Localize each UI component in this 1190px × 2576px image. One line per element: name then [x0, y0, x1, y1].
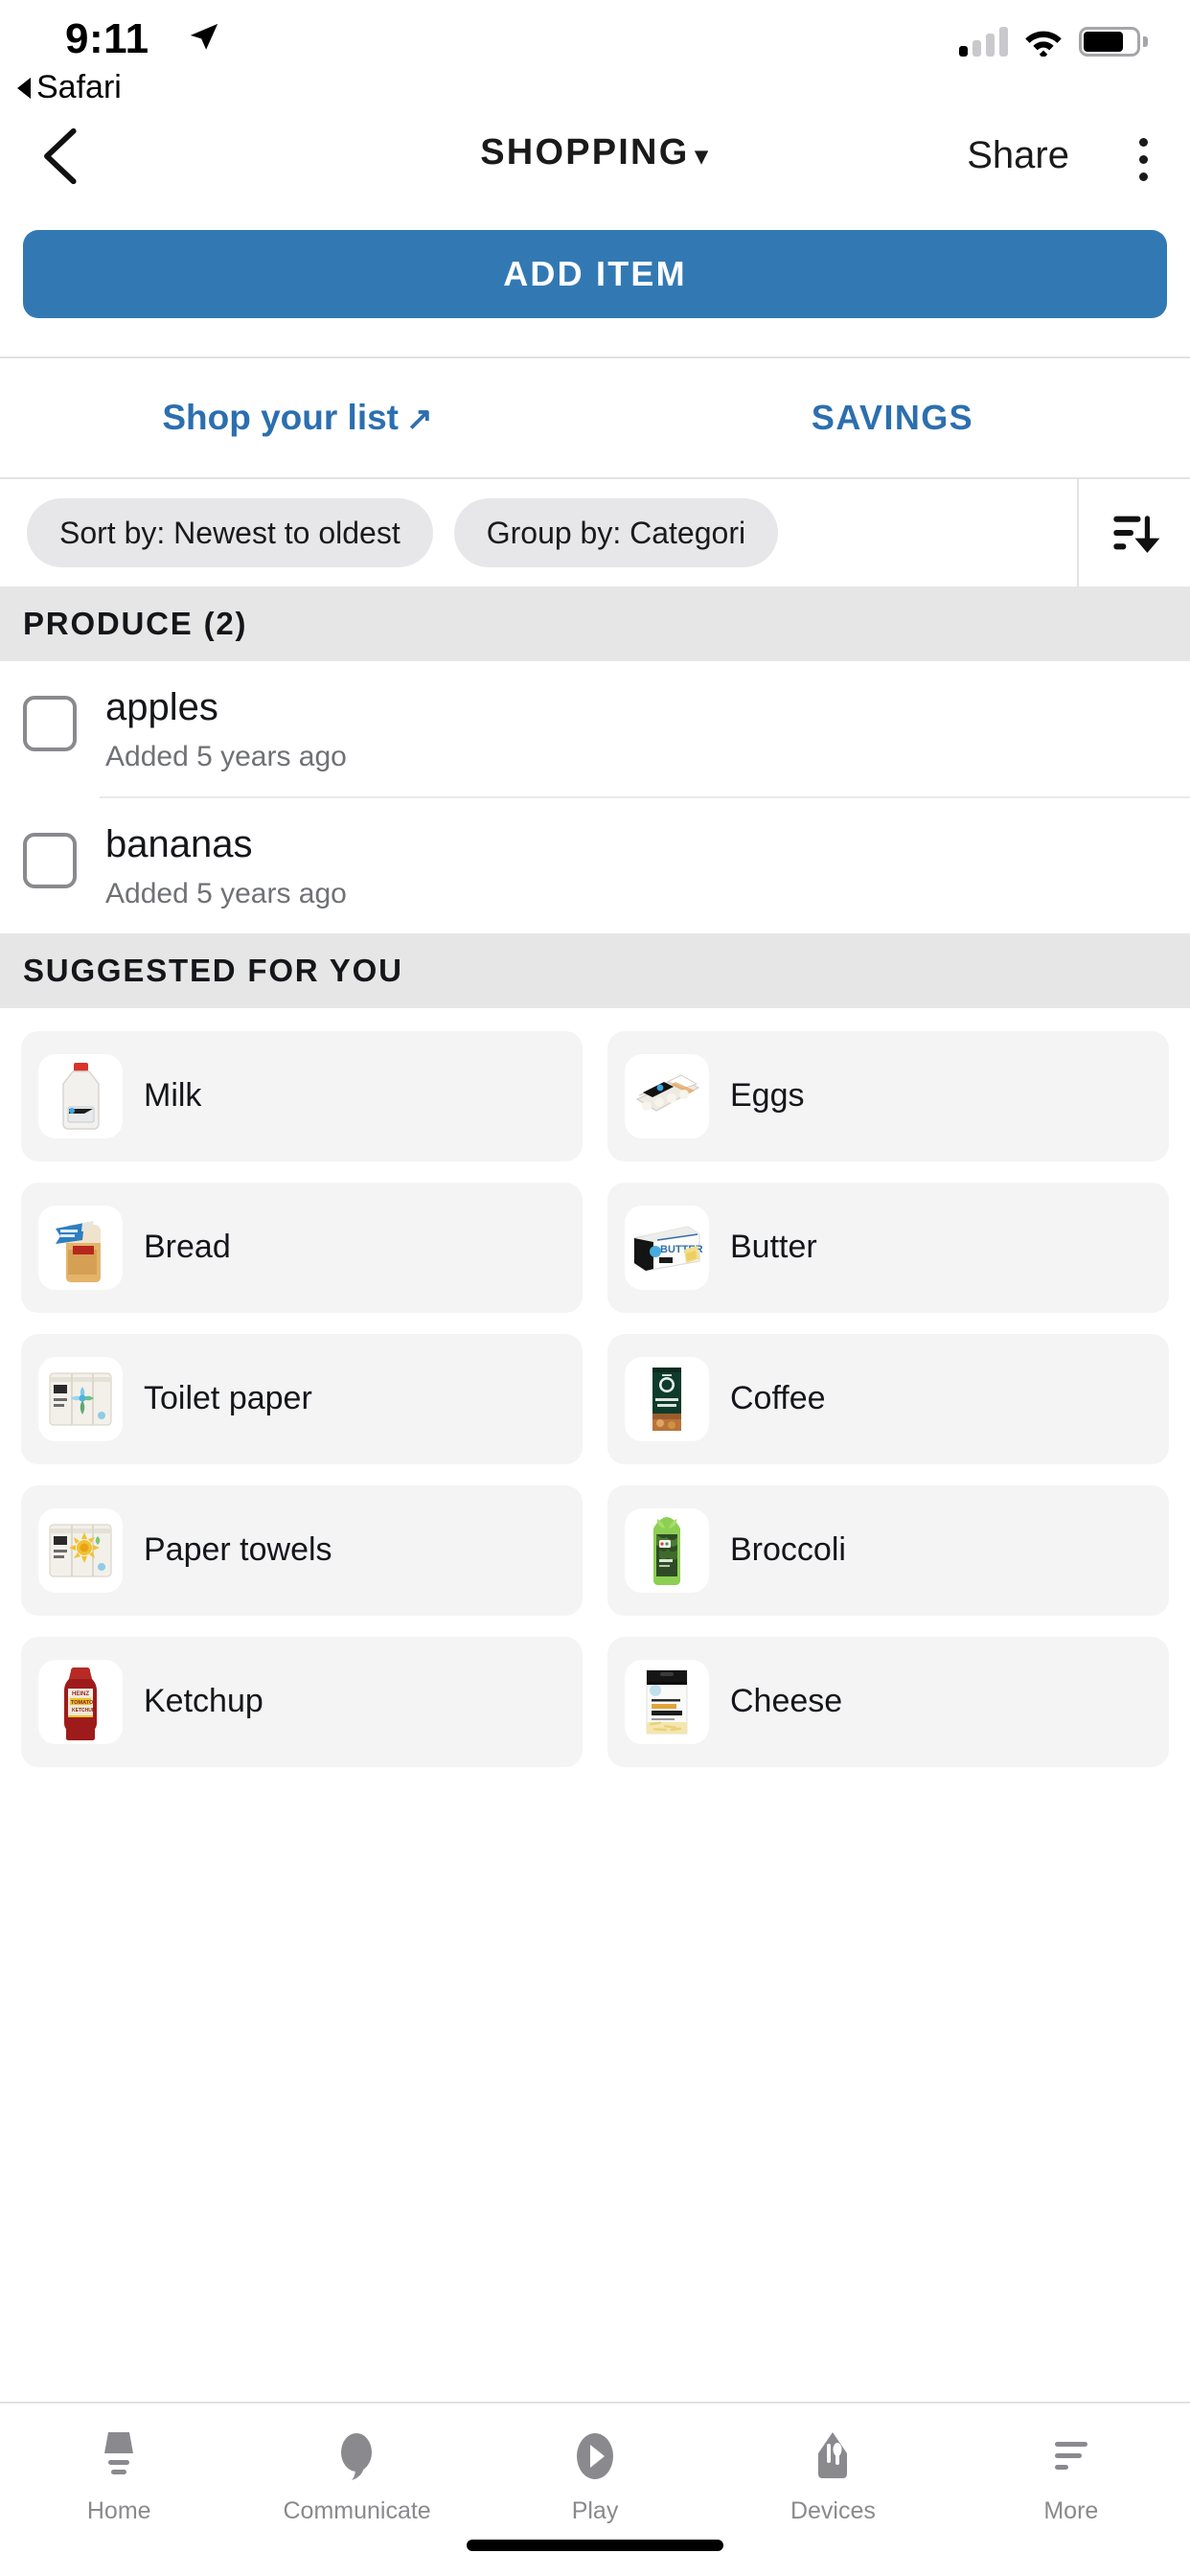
suggestion-card[interactable]: Cheese [607, 1636, 1169, 1767]
tab-label: More [1043, 2497, 1099, 2524]
location-arrow-icon [190, 23, 218, 50]
filter-chips: Sort by: Newest to oldest Group by: Cate… [0, 479, 779, 586]
navigation-bar: SHOPPING ▾ Share [0, 119, 1190, 215]
quick-links-row: Shop your list ↗ SAVINGS [0, 358, 1190, 477]
suggestion-label: Eggs [730, 1077, 805, 1115]
milk-jug-icon [38, 1053, 123, 1138]
tab-play[interactable]: Play [476, 2428, 714, 2525]
tab-more[interactable]: More [952, 2428, 1190, 2525]
list-item-body: bananas Added 5 years ago [105, 823, 1167, 933]
suggestion-label: Broccoli [730, 1531, 846, 1569]
item-name: bananas [105, 822, 253, 865]
suggestion-card[interactable]: Toilet paper [21, 1333, 583, 1464]
suggestion-label: Paper towels [144, 1531, 332, 1569]
cellular-signal-icon [959, 27, 1008, 57]
status-time: 9:11 [65, 15, 149, 62]
suggestion-card[interactable]: BUTTER Butter [607, 1182, 1169, 1313]
tab-home[interactable]: Home [0, 2428, 238, 2525]
svg-text:KETCHUP: KETCHUP [72, 1708, 96, 1714]
sort-order-button[interactable] [1077, 479, 1190, 586]
ketchup-bottle-icon: HEINZ TOMATO KETCHUP [38, 1659, 123, 1744]
shop-your-list-label: Shop your list [162, 398, 400, 437]
status-bar: 9:11 Safari [0, 0, 1190, 119]
suggestion-card[interactable]: Paper towels [21, 1484, 583, 1616]
page-title-text: SHOPPING [480, 132, 690, 172]
suggestion-label: Coffee [730, 1380, 826, 1417]
external-arrow-icon: ↗ [406, 401, 433, 436]
suggestion-card[interactable]: HEINZ TOMATO KETCHUP Ketchup [21, 1636, 583, 1767]
chevron-down-icon: ▾ [695, 141, 710, 170]
shop-your-list-link[interactable]: Shop your list ↗ [0, 398, 595, 438]
svg-text:HEINZ: HEINZ [72, 1691, 89, 1697]
broccoli-bag-icon [625, 1507, 709, 1593]
devices-leaf-icon [811, 2428, 855, 2484]
home-indicator [467, 2540, 723, 2551]
speech-bubble-icon [334, 2428, 380, 2484]
home-lamp-icon [97, 2428, 141, 2484]
suggestion-label: Bread [144, 1229, 231, 1266]
suggestions-grid: Milk Eggs Bread BUTTER Butter Toilet pap… [0, 1008, 1190, 1767]
suggestion-label: Toilet paper [144, 1380, 312, 1417]
savings-link[interactable]: SAVINGS [595, 398, 1190, 438]
paper-towels-pack-icon [38, 1507, 123, 1593]
item-checkbox[interactable] [23, 696, 77, 751]
suggestion-card[interactable]: Eggs [607, 1030, 1169, 1162]
battery-icon [1079, 27, 1148, 57]
tab-devices[interactable]: Devices [714, 2428, 951, 2525]
tab-label: Home [86, 2497, 151, 2524]
suggestion-card[interactable]: Broccoli [607, 1484, 1169, 1616]
coffee-bag-icon [625, 1356, 709, 1441]
tab-label: Play [571, 2497, 619, 2524]
filter-bar: Sort by: Newest to oldest Group by: Cate… [0, 479, 1190, 586]
play-circle-icon [570, 2428, 620, 2484]
tab-label: Communicate [283, 2497, 431, 2524]
suggestion-label: Cheese [730, 1683, 843, 1720]
back-app-label: Safari [36, 69, 122, 105]
add-item-area: ADD ITEM [0, 215, 1190, 356]
item-name: apples [105, 686, 218, 728]
item-subtitle: Added 5 years ago [105, 877, 347, 909]
savings-label: SAVINGS [811, 398, 974, 437]
suggestion-card[interactable]: Bread [21, 1182, 583, 1313]
group-by-chip[interactable]: Group by: Categori [453, 498, 779, 567]
suggestion-label: Butter [730, 1229, 817, 1266]
butter-box-icon: BUTTER [625, 1205, 709, 1290]
bread-loaf-icon [38, 1205, 123, 1290]
suggestion-card[interactable]: Milk [21, 1030, 583, 1162]
item-checkbox[interactable] [23, 832, 77, 888]
egg-carton-icon [625, 1053, 709, 1138]
status-indicators [959, 27, 1148, 57]
back-to-safari-link[interactable]: Safari [17, 69, 122, 106]
sort-descending-icon [1113, 516, 1159, 553]
back-triangle-icon [17, 77, 31, 99]
tab-label: Devices [790, 2497, 876, 2524]
section-header-suggested: SUGGESTED FOR YOU [0, 932, 1190, 1008]
more-lines-icon [1049, 2428, 1093, 2484]
share-button[interactable]: Share [967, 134, 1069, 177]
section-header-produce: PRODUCE (2) [0, 586, 1190, 661]
toilet-paper-pack-icon [38, 1356, 123, 1441]
list-item[interactable]: bananas Added 5 years ago [0, 798, 1190, 933]
suggestion-label: Ketchup [144, 1683, 263, 1720]
list-item-body: apples Added 5 years ago [105, 686, 1167, 796]
list-item[interactable]: apples Added 5 years ago [0, 661, 1190, 796]
tab-communicate[interactable]: Communicate [238, 2428, 475, 2525]
item-subtitle: Added 5 years ago [105, 740, 347, 772]
bottom-tab-bar: Home Communicate Play Devices More [0, 2402, 1190, 2576]
suggestion-label: Milk [144, 1077, 202, 1115]
suggestion-card[interactable]: Coffee [607, 1333, 1169, 1464]
kebab-menu-icon[interactable] [1139, 138, 1148, 181]
svg-text:TOMATO: TOMATO [71, 1700, 94, 1706]
sort-by-chip[interactable]: Sort by: Newest to oldest [27, 498, 433, 567]
cheese-bag-icon [625, 1659, 709, 1744]
add-item-button[interactable]: ADD ITEM [23, 230, 1167, 318]
wifi-icon [1025, 31, 1062, 57]
